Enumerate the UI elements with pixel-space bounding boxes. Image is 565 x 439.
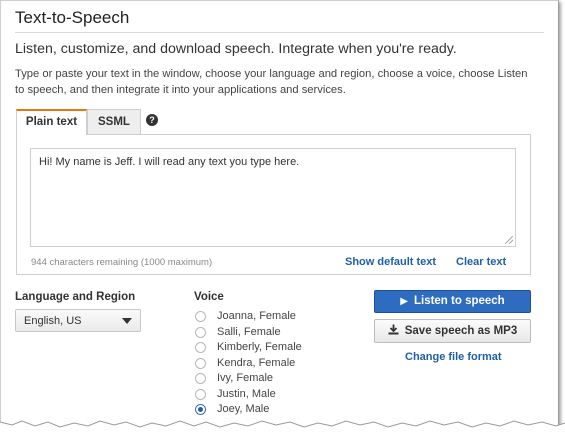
voice-option-label: Joanna, Female xyxy=(217,310,296,322)
radio-button-selected[interactable] xyxy=(195,404,206,415)
save-mp3-button[interactable]: Save speech as MP3 xyxy=(374,319,531,343)
title-divider xyxy=(15,32,544,33)
save-button-label: Save speech as MP3 xyxy=(404,325,518,337)
text-input[interactable]: Hi! My name is Jeff. I will read any tex… xyxy=(30,148,516,247)
language-label: Language and Region xyxy=(15,291,136,303)
language-selected-value: English, US xyxy=(24,315,82,327)
voice-option-label: Kimberly, Female xyxy=(217,341,302,353)
chevron-down-icon xyxy=(122,318,132,324)
voice-option-label: Kendra, Female xyxy=(217,356,296,369)
page-title: Text-to-Speech xyxy=(15,8,130,27)
torn-edge-decoration xyxy=(0,420,565,439)
help-icon[interactable]: ? xyxy=(146,114,158,126)
tab-ssml[interactable]: SSML xyxy=(87,109,141,134)
page-subtitle: Listen, customize, and download speech. … xyxy=(15,41,457,57)
change-file-format-link[interactable]: Change file format xyxy=(405,351,502,363)
download-icon xyxy=(388,321,399,343)
characters-remaining: 944 characters remaining (1000 maximum) xyxy=(31,257,213,268)
radio-button[interactable] xyxy=(195,342,206,353)
radio-button[interactable] xyxy=(195,326,206,338)
listen-to-speech-button[interactable]: ▶ Listen to speech xyxy=(374,290,531,313)
show-default-text-link[interactable]: Show default text xyxy=(345,256,436,268)
resize-grip-icon[interactable] xyxy=(505,236,513,244)
clear-text-link[interactable]: Clear text xyxy=(456,256,506,268)
radio-button[interactable] xyxy=(195,388,206,400)
listen-button-label: Listen to speech xyxy=(413,295,505,307)
voice-option-label: Salli, Female xyxy=(217,325,281,338)
voice-option-label: Ivy, Female xyxy=(217,372,274,384)
radio-button[interactable] xyxy=(195,357,206,369)
voice-option-label: Justin, Male xyxy=(217,387,276,400)
voice-option-label: Joey, Male xyxy=(217,403,270,415)
page-description: Type or paste your text in the window, c… xyxy=(15,68,528,96)
app-frame: Text-to-Speech Listen, customize, and do… xyxy=(0,0,559,428)
tab-plain-text[interactable]: Plain text xyxy=(16,109,87,135)
play-icon: ▶ xyxy=(400,296,408,307)
text-panel: Hi! My name is Jeff. I will read any tex… xyxy=(16,134,531,275)
voice-label: Voice xyxy=(194,291,224,303)
language-select[interactable]: English, US xyxy=(15,309,141,332)
radio-button[interactable] xyxy=(195,311,206,322)
radio-button[interactable] xyxy=(195,373,206,384)
